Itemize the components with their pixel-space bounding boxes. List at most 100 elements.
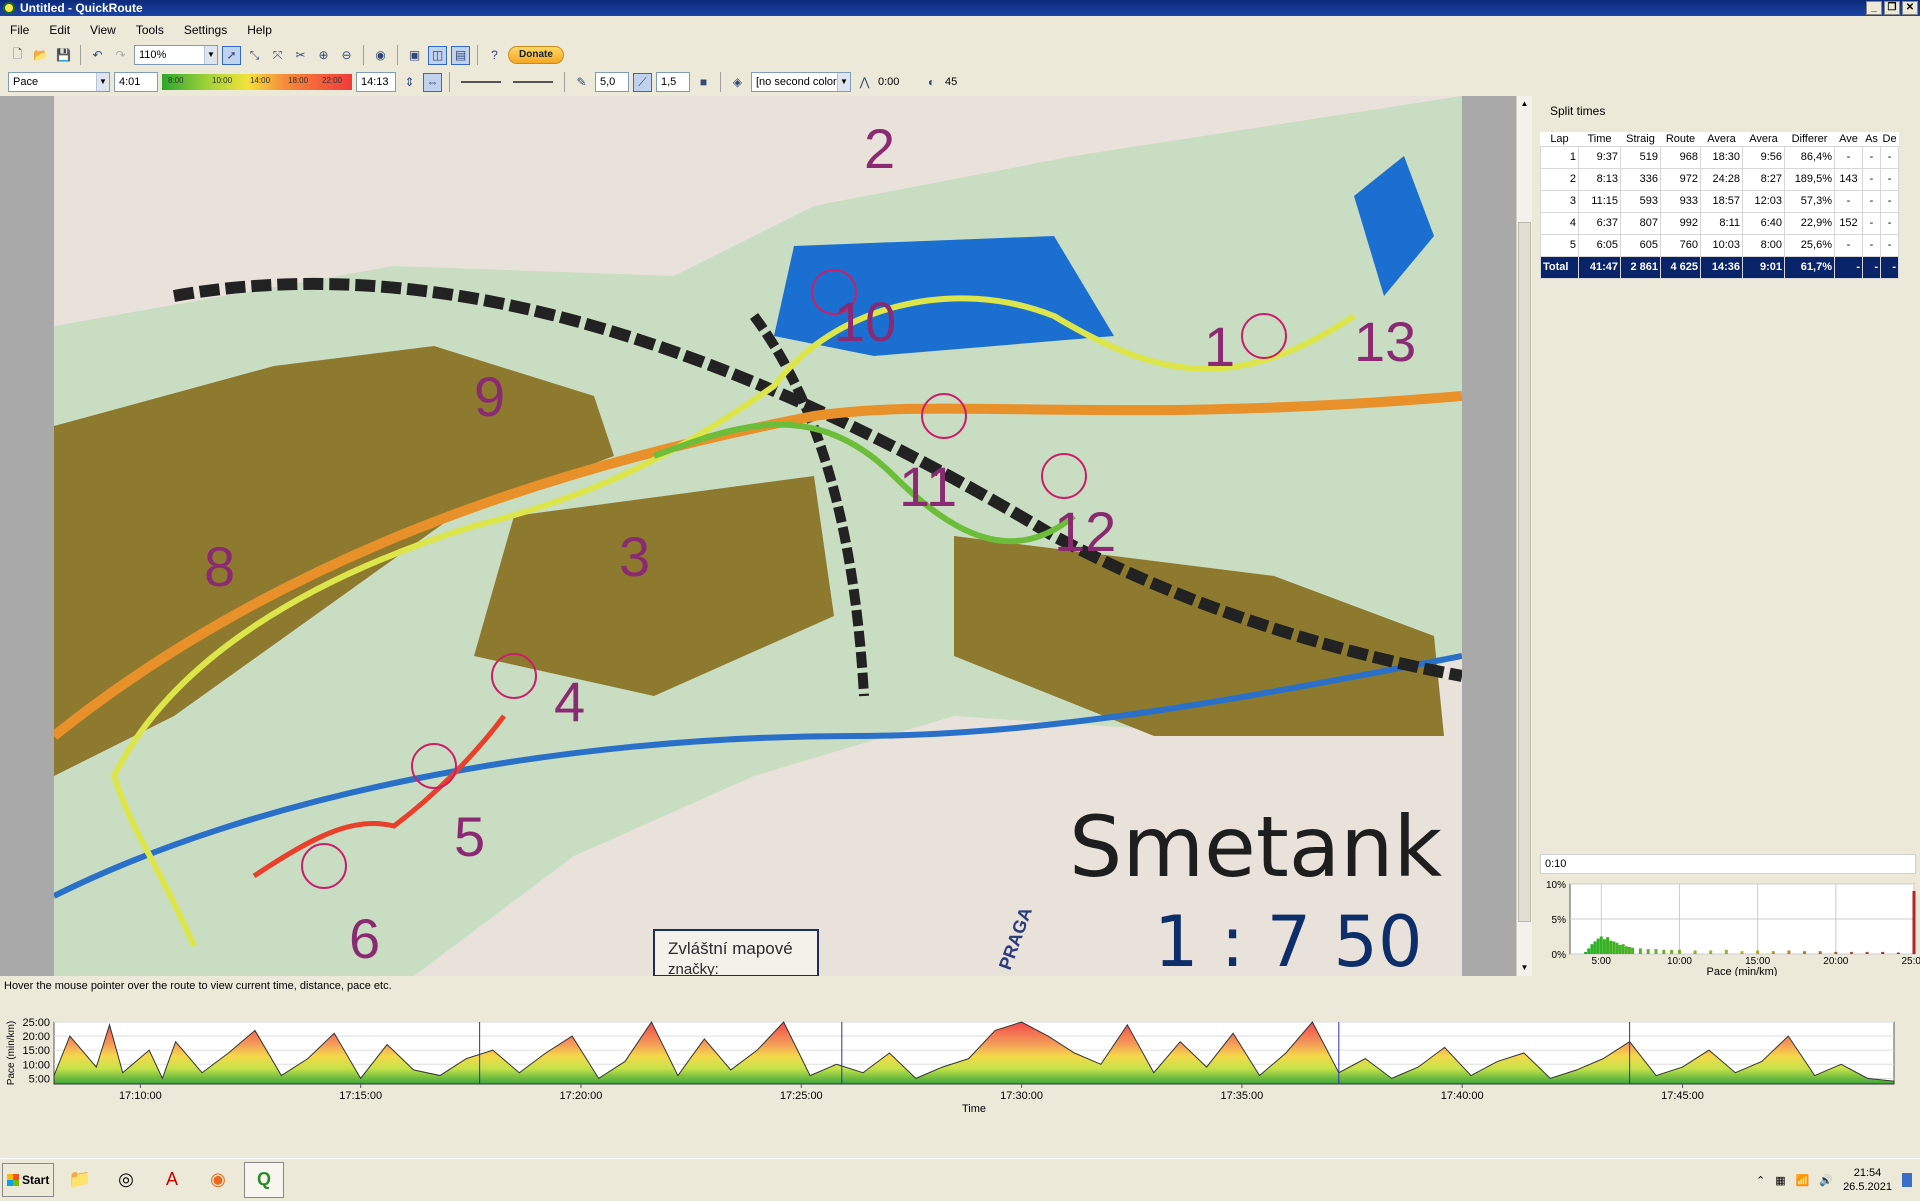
- split-cell: 25,6%: [1784, 233, 1835, 257]
- show-desktop-icon[interactable]: [1902, 1173, 1912, 1187]
- split-row[interactable]: 5 6:05 605 760 10:03 8:00 25,6% - - -: [1540, 233, 1900, 257]
- new-icon[interactable]: 🗋: [8, 46, 27, 65]
- acrobat-icon[interactable]: A: [152, 1162, 192, 1198]
- histogram-bar: [1612, 941, 1616, 954]
- start-button[interactable]: Start: [2, 1162, 54, 1197]
- column-header[interactable]: Avera: [1700, 132, 1743, 146]
- clock[interactable]: 21:54 26.5.2021: [1843, 1166, 1892, 1194]
- split-times-table[interactable]: Lap Time Straig Route Avera Avera Differ…: [1540, 132, 1900, 279]
- help-icon[interactable]: ?: [485, 46, 504, 65]
- smoothing-value[interactable]: 0:00: [878, 76, 918, 88]
- zoom-tool-icon[interactable]: ⤧: [268, 46, 287, 65]
- split-row[interactable]: 4 6:37 807 992 8:11 6:40 22,9% 152- -: [1540, 211, 1900, 235]
- donate-button[interactable]: Donate: [508, 46, 564, 64]
- second-color-select[interactable]: [no second color ▼: [751, 72, 851, 92]
- view-map-icon[interactable]: ▣: [405, 46, 424, 65]
- smoothing-icon[interactable]: ⋀: [855, 73, 874, 92]
- undo-icon[interactable]: ↶: [88, 46, 107, 65]
- split-total-cell: 4 625: [1660, 255, 1701, 279]
- menu-settings[interactable]: Settings: [184, 23, 227, 37]
- separator: [363, 45, 364, 65]
- column-header[interactable]: Route: [1660, 132, 1701, 146]
- slider-track-2[interactable]: [513, 81, 553, 83]
- second-color-icon[interactable]: ◈: [728, 73, 747, 92]
- chrome-icon[interactable]: ◎: [106, 1162, 146, 1198]
- menu-view[interactable]: View: [90, 23, 116, 37]
- quickroute-icon[interactable]: Q: [244, 1161, 284, 1198]
- explorer-icon[interactable]: 📁: [60, 1162, 100, 1198]
- minimize-button[interactable]: _: [1866, 1, 1882, 15]
- open-icon[interactable]: 📂: [31, 46, 50, 65]
- split-total-row[interactable]: Total 41:47 2 861 4 625 14:36 9:01 61,7% - - -: [1540, 255, 1900, 279]
- column-header[interactable]: Avera: [1742, 132, 1785, 146]
- mask-icon[interactable]: ⟋: [633, 72, 652, 92]
- column-header[interactable]: Time: [1578, 132, 1621, 146]
- scroll-down-icon[interactable]: ▼: [1517, 960, 1532, 976]
- menu-edit[interactable]: Edit: [49, 23, 70, 37]
- zoom-select[interactable]: 110% ▼: [134, 45, 218, 65]
- split-total-cell: 2 861: [1620, 255, 1661, 279]
- mask-width-field[interactable]: 1,5: [656, 72, 690, 92]
- control-label: 13: [1354, 310, 1416, 373]
- column-header[interactable]: Ave: [1834, 132, 1863, 146]
- firefox-icon[interactable]: ◉: [198, 1162, 238, 1198]
- map-vertical-scrollbar[interactable]: ▲ ▼: [1516, 96, 1532, 976]
- column-header[interactable]: De: [1880, 132, 1899, 146]
- line-width-field[interactable]: 5,0: [595, 72, 629, 92]
- split-row[interactable]: 3 11:15 593 933 18:57 12:03 57,3% - - -: [1540, 189, 1900, 213]
- map-area[interactable]: 2 10 1 13 9 11 12 8 3 4 5 6 Smetank 1 : …: [0, 96, 1530, 976]
- view-split-icon[interactable]: ◫: [428, 45, 447, 65]
- column-header[interactable]: As: [1862, 132, 1881, 146]
- control-label: 1: [1204, 315, 1235, 378]
- split-row[interactable]: 2 8:13 336 972 24:28 8:27 189,5% 143- -: [1540, 167, 1900, 191]
- menu-tools[interactable]: Tools: [136, 23, 164, 37]
- split-cell: -: [1834, 233, 1863, 257]
- column-header[interactable]: Lap: [1540, 132, 1579, 146]
- control-label: 10: [834, 290, 896, 353]
- cut-icon[interactable]: ✂: [291, 46, 310, 65]
- low-value-field[interactable]: 4:01: [114, 72, 158, 92]
- tray-expand-icon[interactable]: ⌃: [1756, 1174, 1765, 1187]
- window-title: Untitled - QuickRoute: [20, 1, 143, 15]
- pointer-tool-icon[interactable]: ➚: [222, 45, 241, 65]
- auto-range-icon[interactable]: ⇔: [423, 72, 442, 92]
- split-total-cell: -: [1879, 255, 1900, 279]
- start-label: Start: [22, 1172, 50, 1187]
- split-row[interactable]: 1 9:37 519 968 18:30 9:56 86,4% - - -: [1540, 145, 1900, 169]
- color-swatch-icon[interactable]: ■: [694, 73, 713, 92]
- menu-file[interactable]: File: [10, 23, 29, 37]
- network-icon[interactable]: ▦: [1775, 1174, 1785, 1187]
- column-header[interactable]: Straig: [1620, 132, 1661, 146]
- route-line-icon[interactable]: ✎: [572, 73, 591, 92]
- save-icon[interactable]: 💾: [54, 46, 73, 65]
- high-value-field[interactable]: 14:13: [356, 72, 396, 92]
- circle-value[interactable]: 45: [945, 76, 975, 88]
- scroll-up-icon[interactable]: ▲: [1517, 96, 1532, 112]
- split-cell: 22,9%: [1784, 211, 1835, 235]
- color-adjust-icon[interactable]: ⇕: [400, 73, 419, 92]
- zoom-out-icon[interactable]: ⊖: [337, 46, 356, 65]
- histogram-bar: [1593, 941, 1597, 954]
- scroll-thumb[interactable]: [1518, 222, 1531, 922]
- globe-icon[interactable]: ◉: [371, 46, 390, 65]
- color-range-bar[interactable]: 8:00 10:00 14:00 18:00 22:00: [162, 74, 352, 90]
- pace-histogram: 5:0010:0015:0020:0025:000%5%10%Pace (min…: [1546, 880, 1920, 976]
- view-panels-icon[interactable]: ▤: [451, 45, 470, 65]
- color-coding-select[interactable]: Pace ▼: [8, 72, 110, 92]
- zoom-in-icon[interactable]: ⊕: [314, 46, 333, 65]
- split-cell: 3: [1540, 189, 1579, 213]
- adjust-route-icon[interactable]: ⤡: [245, 46, 264, 65]
- orienteering-map[interactable]: 2 10 1 13 9 11 12 8 3 4 5 6 Smetank 1 : …: [54, 96, 1462, 976]
- slider-track[interactable]: [461, 81, 501, 83]
- menu-help[interactable]: Help: [247, 23, 272, 37]
- column-header[interactable]: Differer: [1784, 132, 1835, 146]
- restore-button[interactable]: ❐: [1884, 1, 1900, 15]
- signal-icon[interactable]: 📶: [1796, 1174, 1810, 1187]
- circle-icon[interactable]: ◐: [922, 73, 941, 92]
- redo-icon[interactable]: ↷: [111, 46, 130, 65]
- x-axis-label: Time: [962, 1103, 986, 1115]
- close-button[interactable]: ✕: [1902, 1, 1918, 15]
- separator: [477, 45, 478, 65]
- pace-line-graph[interactable]: 17:10:00 17:15:00 17:20:00 17:25:00 17:30:00…: [0, 1010, 1920, 1116]
- volume-icon[interactable]: 🔊: [1819, 1174, 1833, 1187]
